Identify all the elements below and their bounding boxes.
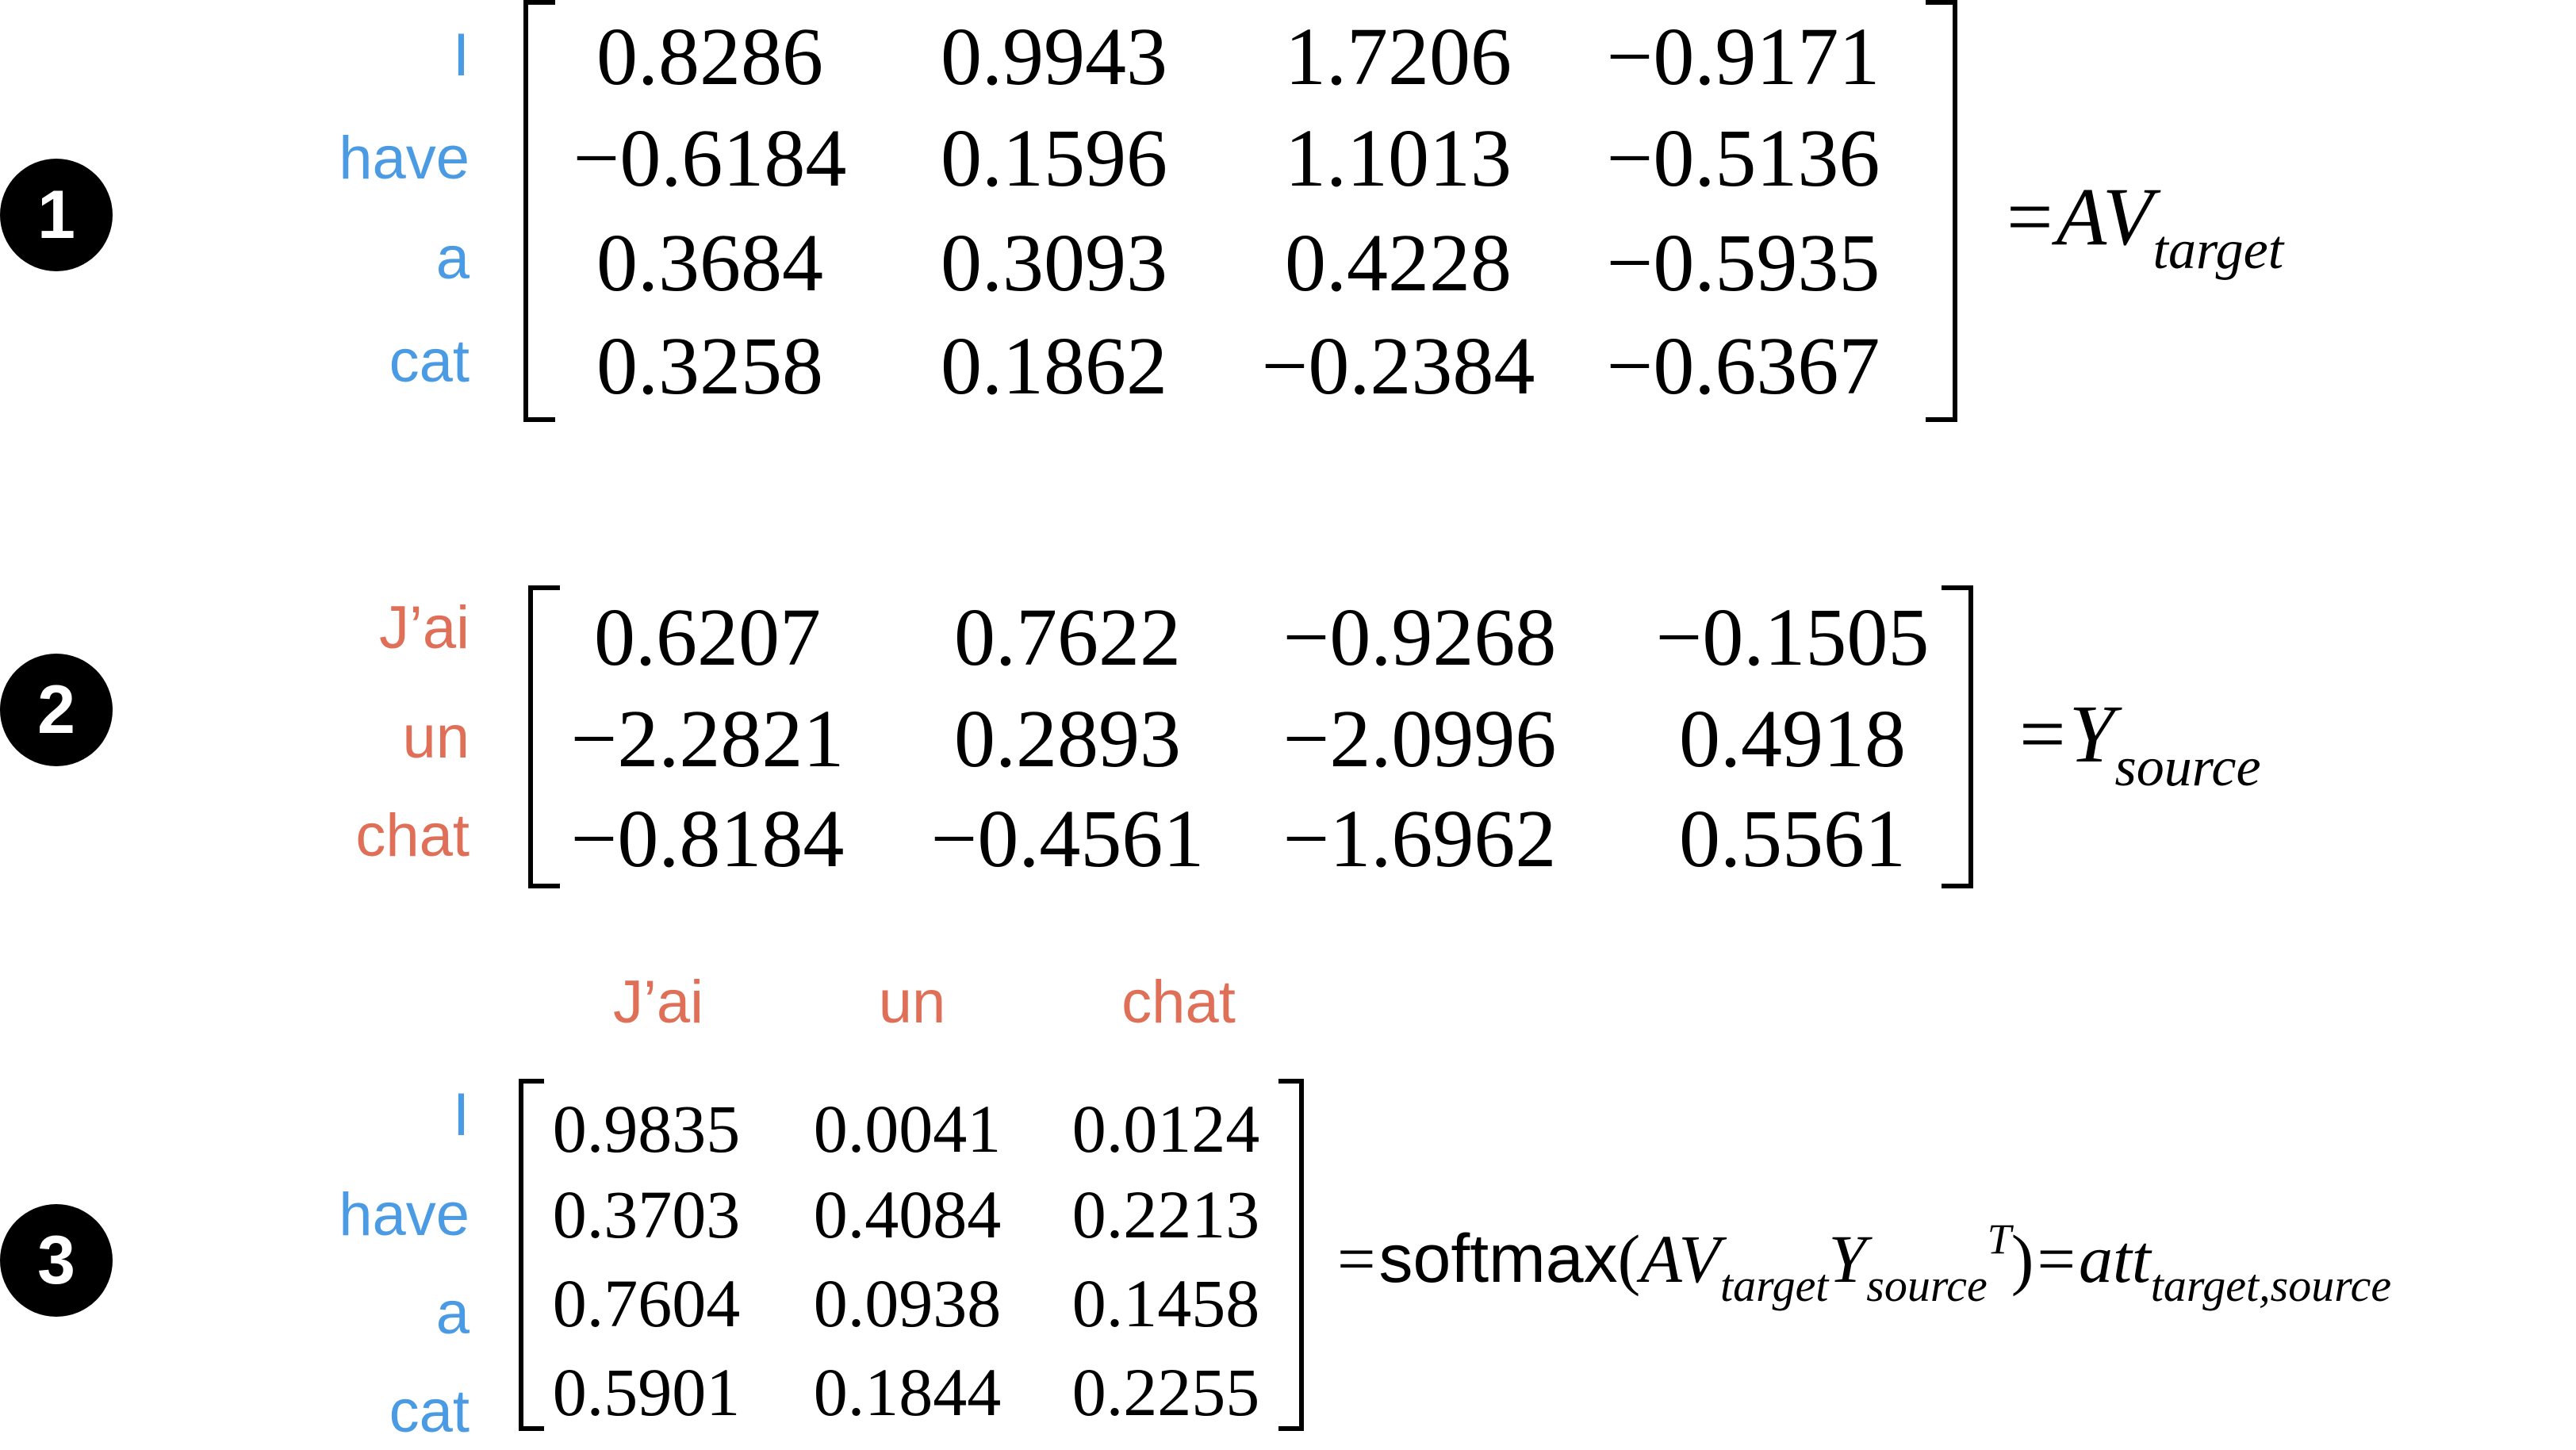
close-paren: ) [2011, 1221, 2034, 1297]
matrix-cell: 0.7604 [552, 1265, 741, 1341]
equals-sign: = [1337, 1221, 1376, 1297]
matrix-cell: 0.0124 [1071, 1091, 1260, 1167]
matrix-cell: 0.2893 [954, 693, 1181, 784]
row-label-i: I [452, 1081, 470, 1149]
equation-subscript: source [2114, 737, 2261, 798]
matrix-cell: 0.9943 [941, 11, 1167, 102]
matrix-cell: 0.1458 [1071, 1265, 1260, 1341]
matrix-cell: 0.4084 [813, 1176, 1002, 1252]
matrix-cell: −0.2384 [1261, 320, 1535, 412]
equation-softmax-attention: = softmax(AVtargetYsourceT) = atttarget,… [1337, 1218, 2391, 1309]
equation-av-subscript: target [1720, 1260, 1829, 1311]
equation-subscript: target [2152, 220, 2284, 281]
equals-sign: = [2019, 689, 2066, 780]
matrix-cell: 0.0938 [813, 1265, 1002, 1341]
matrix-cell: 0.6207 [594, 592, 821, 683]
equation-y-term: Y [1828, 1221, 1867, 1297]
matrix-cell: 0.7622 [954, 592, 1181, 683]
equals-sign: = [2037, 1221, 2076, 1297]
matrix-cell: 0.3684 [596, 217, 823, 309]
step-1-badge: 1 [0, 159, 113, 271]
matrix-cell: −0.6184 [573, 113, 847, 204]
matrix-cell: 0.1844 [813, 1354, 1002, 1430]
matrix-cell: 0.3093 [941, 217, 1167, 309]
matrix-cell: 0.3258 [596, 320, 823, 412]
row-label-un: un [402, 704, 470, 771]
row-label-jai: J’ai [378, 594, 470, 662]
step-3-badge: 3 [0, 1204, 113, 1317]
equation-main-term: AV [2056, 171, 2153, 263]
equals-sign: = [2007, 171, 2053, 263]
matrix-cell: −0.9171 [1606, 11, 1880, 102]
row-label-a: a [435, 1279, 470, 1347]
matrix-cell: −0.6367 [1606, 320, 1880, 412]
open-paren: ( [1617, 1221, 1641, 1297]
equation-y-subscript: source [1866, 1260, 1988, 1311]
row-label-i: I [452, 21, 470, 89]
equation-y-source: = Ysource [2019, 693, 2261, 796]
row-label-cat: cat [389, 328, 470, 395]
matrix-cell: 0.5561 [1679, 793, 1906, 884]
softmax-function: softmax [1378, 1221, 1618, 1297]
row-label-have: have [339, 125, 470, 192]
equation-att-term: att [2078, 1221, 2151, 1297]
matrix-cell: −2.0996 [1282, 693, 1557, 784]
matrix-cell: 0.9835 [552, 1091, 741, 1167]
matrix-cell: 0.5901 [552, 1354, 741, 1430]
equation-main-term: Y [2068, 689, 2115, 780]
matrix-cell: −0.8184 [570, 793, 845, 884]
column-label-un: un [878, 969, 946, 1036]
matrix-cell: −0.5935 [1606, 217, 1880, 309]
matrix-cell: −0.1505 [1655, 592, 1930, 683]
matrix-right-bracket [1926, 0, 1957, 422]
matrix-cell: 0.4228 [1285, 217, 1512, 309]
matrix-cell: 0.4918 [1679, 693, 1906, 784]
matrix-cell: 0.2213 [1071, 1176, 1260, 1252]
matrix-cell: −0.5136 [1606, 113, 1880, 204]
matrix-cell: 0.1596 [941, 113, 1167, 204]
equation-att-subscript: target,source [2150, 1260, 2392, 1311]
matrix-cell: −1.6962 [1282, 793, 1557, 884]
matrix-cell: −0.9268 [1282, 592, 1557, 683]
column-label-jai: J’ai [612, 969, 704, 1036]
matrix-cell: 0.8286 [596, 11, 823, 102]
matrix-cell: 1.7206 [1285, 11, 1512, 102]
equation-av-target: = AVtarget [2007, 176, 2283, 278]
column-label-chat: chat [1121, 969, 1236, 1036]
matrix-cell: 0.3703 [552, 1176, 741, 1252]
matrix-cell: 0.0041 [813, 1091, 1002, 1167]
matrix-cell: −0.4561 [930, 793, 1205, 884]
row-label-chat: chat [355, 802, 470, 869]
matrix-cell: 1.1013 [1285, 113, 1512, 204]
row-label-cat: cat [389, 1378, 470, 1445]
row-label-have: have [339, 1181, 470, 1249]
matrix-cell: 0.2255 [1071, 1354, 1260, 1430]
equation-transpose-superscript: T [1987, 1215, 2011, 1263]
row-label-a: a [435, 224, 470, 292]
matrix-cell: 0.1862 [941, 320, 1167, 412]
step-2-badge: 2 [0, 654, 113, 766]
equation-av-term: AV [1640, 1221, 1721, 1297]
matrix-cell: −2.2821 [570, 693, 845, 784]
